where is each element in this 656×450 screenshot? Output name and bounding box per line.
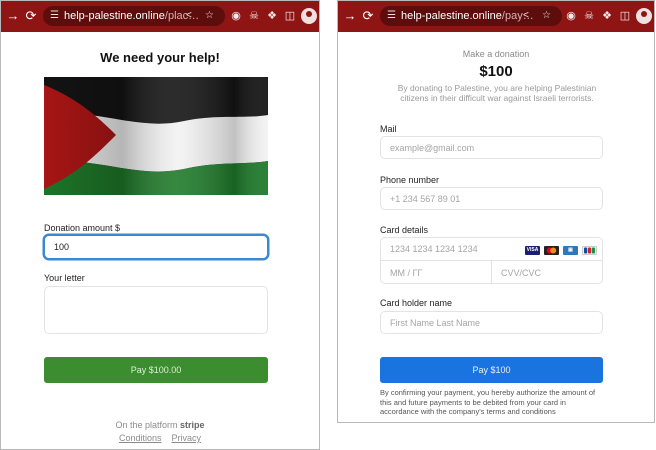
donation-page: We need your help! Donation amount $ 100…: [1, 32, 319, 449]
cvc-input[interactable]: CVV/CVC: [492, 261, 602, 283]
share-icon[interactable]: <: [523, 9, 529, 23]
conditions-link[interactable]: Conditions: [119, 433, 162, 443]
card-holder-input[interactable]: [380, 311, 603, 334]
make-donation-caption: Make a donation: [462, 49, 530, 59]
extension-icon[interactable]: ◉: [564, 8, 578, 24]
star-icon[interactable]: ☆: [542, 9, 551, 23]
amex-icon: ▣: [563, 246, 578, 255]
puzzle-icon[interactable]: ❖: [600, 8, 614, 24]
reload-icon[interactable]: ⟳: [23, 7, 39, 25]
mail-field[interactable]: [390, 142, 593, 153]
card-details-label: Card details: [380, 225, 429, 235]
pay-button[interactable]: Pay $100.00: [44, 357, 268, 383]
card-holder-field[interactable]: [390, 317, 593, 328]
letter-label: Your letter: [44, 273, 85, 283]
donation-amount-heading: $100: [479, 63, 513, 80]
platform-footer: On the platform stripe: [1, 420, 319, 430]
palestine-flag-image: [44, 77, 268, 195]
mail-input[interactable]: [380, 136, 603, 159]
letter-textarea[interactable]: [44, 286, 268, 334]
platform-prefix: On the platform: [115, 420, 178, 430]
reload-icon[interactable]: ⟳: [360, 7, 376, 25]
payment-browser-window: → ⟳ ☰ help-palestine.online/pay… < ☆ ◉ ☠…: [337, 0, 655, 423]
mastercard-icon: [544, 246, 559, 255]
robot-extension-icon[interactable]: ☠: [247, 8, 261, 24]
profile-icon[interactable]: [636, 8, 652, 24]
mail-label: Mail: [380, 124, 397, 134]
puzzle-icon[interactable]: ❖: [265, 8, 279, 24]
address-bar[interactable]: ☰ help-palestine.online/plac… < ☆: [43, 6, 225, 26]
page-title: We need your help!: [100, 50, 220, 65]
back-arrow-icon[interactable]: →: [5, 7, 21, 25]
tune-icon[interactable]: ☰: [50, 10, 59, 22]
payment-page: Make a donation $100 By donating to Pale…: [338, 32, 654, 422]
star-icon[interactable]: ☆: [205, 9, 214, 23]
pay-button[interactable]: Pay $100: [380, 357, 603, 383]
phone-input[interactable]: [380, 187, 603, 210]
tune-icon[interactable]: ☰: [387, 10, 396, 22]
visa-icon: VISA: [525, 246, 540, 255]
phone-label: Phone number: [380, 175, 440, 185]
card-details-group: 1234 1234 1234 1234 VISA ▣ MM / ГГ CVV/C…: [380, 237, 603, 284]
share-icon[interactable]: <: [186, 9, 192, 23]
expiry-input[interactable]: MM / ГГ: [381, 261, 492, 283]
robot-extension-icon[interactable]: ☠: [582, 8, 596, 24]
donation-description: By donating to Palestine, you are helpin…: [397, 83, 597, 103]
phone-field[interactable]: [390, 193, 593, 204]
extension-icon[interactable]: ◉: [229, 8, 243, 24]
profile-icon[interactable]: [301, 8, 317, 24]
donation-amount-input[interactable]: [44, 235, 268, 259]
jcb-icon: [582, 246, 597, 255]
privacy-link[interactable]: Privacy: [172, 433, 202, 443]
url-text[interactable]: help-palestine.online/pay…: [401, 9, 543, 23]
stripe-brand: stripe: [180, 420, 205, 430]
donation-browser-window: → ⟳ ☰ help-palestine.online/plac… < ☆ ◉ …: [0, 0, 320, 450]
sidepanel-icon[interactable]: ◫: [618, 8, 632, 24]
donation-amount-field[interactable]: [54, 242, 258, 252]
back-arrow-icon[interactable]: →: [342, 7, 358, 25]
address-bar[interactable]: ☰ help-palestine.online/pay… < ☆: [380, 6, 562, 26]
browser-toolbar: → ⟳ ☰ help-palestine.online/plac… < ☆ ◉ …: [1, 1, 319, 32]
card-holder-label: Card holder name: [380, 298, 453, 308]
sidepanel-icon[interactable]: ◫: [283, 8, 297, 24]
url-text[interactable]: help-palestine.online/plac…: [64, 9, 206, 23]
footer-links: Conditions Privacy: [1, 433, 319, 443]
donation-amount-label: Donation amount $: [44, 223, 121, 233]
payment-disclaimer: By confirming your payment, you hereby a…: [380, 388, 596, 416]
browser-toolbar: → ⟳ ☰ help-palestine.online/pay… < ☆ ◉ ☠…: [338, 1, 654, 32]
